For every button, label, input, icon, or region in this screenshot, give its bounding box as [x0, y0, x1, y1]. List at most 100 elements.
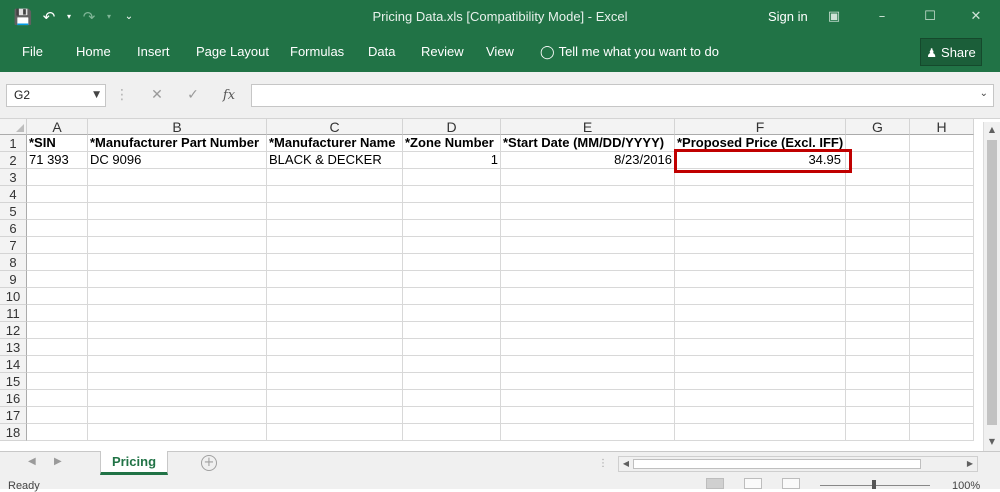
enter-check-icon[interactable]: ✓: [182, 84, 204, 107]
empty-cell[interactable]: [501, 407, 675, 424]
empty-cell[interactable]: [267, 339, 403, 356]
empty-cell[interactable]: [846, 390, 910, 407]
empty-cell[interactable]: [88, 288, 267, 305]
normal-view-icon[interactable]: [706, 478, 724, 489]
empty-cell[interactable]: [675, 322, 846, 339]
minimize-icon[interactable]: –: [870, 6, 894, 28]
empty-cell[interactable]: [27, 254, 88, 271]
empty-cell[interactable]: [27, 237, 88, 254]
ribbon-display-options-icon[interactable]: ▣: [822, 6, 846, 28]
empty-cell[interactable]: [88, 220, 267, 237]
column-header-c[interactable]: C: [267, 119, 403, 135]
row-header[interactable]: 10: [0, 288, 27, 305]
zoom-level[interactable]: 100%: [952, 480, 980, 492]
prev-sheet-icon[interactable]: ◀: [28, 456, 36, 467]
empty-cell[interactable]: [910, 424, 974, 441]
formula-input[interactable]: ⌄: [251, 84, 994, 107]
cell-c2[interactable]: BLACK & DECKER: [267, 152, 403, 169]
vertical-scrollbar[interactable]: ▲ ▼: [983, 122, 1000, 451]
name-box[interactable]: G2 ▼: [6, 84, 106, 107]
row-header[interactable]: 4: [0, 186, 27, 203]
row-header[interactable]: 16: [0, 390, 27, 407]
empty-cell[interactable]: [675, 288, 846, 305]
empty-cell[interactable]: [910, 339, 974, 356]
select-all-button[interactable]: [0, 119, 27, 135]
empty-cell[interactable]: [403, 305, 501, 322]
empty-cell[interactable]: [267, 203, 403, 220]
cancel-icon[interactable]: ✕: [146, 84, 168, 107]
empty-cell[interactable]: [88, 339, 267, 356]
empty-cell[interactable]: [501, 237, 675, 254]
empty-cell[interactable]: [501, 390, 675, 407]
empty-cell[interactable]: [88, 186, 267, 203]
page-break-view-icon[interactable]: [782, 478, 800, 489]
empty-cell[interactable]: [675, 407, 846, 424]
vertical-scroll-thumb[interactable]: [987, 140, 997, 425]
column-header-a[interactable]: A: [27, 119, 88, 135]
empty-cell[interactable]: [846, 305, 910, 322]
empty-cell[interactable]: [675, 237, 846, 254]
empty-cell[interactable]: [910, 305, 974, 322]
empty-cell[interactable]: [88, 254, 267, 271]
tab-view[interactable]: View: [486, 44, 514, 59]
empty-cell[interactable]: [267, 169, 403, 186]
empty-cell[interactable]: [501, 186, 675, 203]
empty-cell[interactable]: [403, 203, 501, 220]
empty-cell[interactable]: [675, 373, 846, 390]
empty-cell[interactable]: [88, 322, 267, 339]
empty-cell[interactable]: [403, 288, 501, 305]
cell-a1[interactable]: *SIN: [27, 135, 88, 152]
empty-cell[interactable]: [501, 322, 675, 339]
zoom-slider-knob[interactable]: [872, 480, 876, 489]
empty-cell[interactable]: [846, 254, 910, 271]
empty-cell[interactable]: [675, 356, 846, 373]
empty-cell[interactable]: [910, 254, 974, 271]
empty-cell[interactable]: [403, 322, 501, 339]
empty-cell[interactable]: [846, 407, 910, 424]
row-header[interactable]: 8: [0, 254, 27, 271]
cell-d1[interactable]: *Zone Number: [403, 135, 501, 152]
row-header[interactable]: 12: [0, 322, 27, 339]
empty-cell[interactable]: [675, 424, 846, 441]
column-header-g[interactable]: G: [846, 119, 910, 135]
empty-cell[interactable]: [27, 203, 88, 220]
column-header-e[interactable]: E: [501, 119, 675, 135]
empty-cell[interactable]: [88, 305, 267, 322]
empty-cell[interactable]: [267, 407, 403, 424]
scroll-right-icon[interactable]: ▶: [963, 457, 977, 471]
empty-cell[interactable]: [846, 424, 910, 441]
column-header-h[interactable]: H: [910, 119, 974, 135]
column-header-d[interactable]: D: [403, 119, 501, 135]
empty-cell[interactable]: [27, 322, 88, 339]
empty-cell[interactable]: [501, 424, 675, 441]
empty-cell[interactable]: [846, 169, 910, 186]
empty-cell[interactable]: [267, 271, 403, 288]
row-header[interactable]: 15: [0, 373, 27, 390]
empty-cell[interactable]: [846, 220, 910, 237]
cell-a2[interactable]: 71 393: [27, 152, 88, 169]
tell-me-search[interactable]: ◯ Tell me what you want to do: [540, 44, 719, 60]
empty-cell[interactable]: [501, 339, 675, 356]
empty-cell[interactable]: [846, 186, 910, 203]
empty-cell[interactable]: [403, 356, 501, 373]
empty-cell[interactable]: [910, 407, 974, 424]
empty-cell[interactable]: [27, 339, 88, 356]
tab-review[interactable]: Review: [421, 44, 464, 59]
empty-cell[interactable]: [501, 203, 675, 220]
column-header-f[interactable]: F: [675, 119, 846, 135]
empty-cell[interactable]: [403, 169, 501, 186]
empty-cell[interactable]: [910, 186, 974, 203]
cell-b2[interactable]: DC 9096: [88, 152, 267, 169]
row-header[interactable]: 6: [0, 220, 27, 237]
empty-cell[interactable]: [88, 356, 267, 373]
empty-cell[interactable]: [27, 424, 88, 441]
cell-g2[interactable]: [846, 152, 910, 169]
empty-cell[interactable]: [267, 288, 403, 305]
empty-cell[interactable]: [501, 356, 675, 373]
scroll-up-icon[interactable]: ▲: [984, 122, 1000, 138]
horizontal-scrollbar[interactable]: ◀ ▶: [618, 456, 978, 472]
empty-cell[interactable]: [403, 220, 501, 237]
row-header[interactable]: 17: [0, 407, 27, 424]
empty-cell[interactable]: [403, 407, 501, 424]
empty-cell[interactable]: [846, 237, 910, 254]
